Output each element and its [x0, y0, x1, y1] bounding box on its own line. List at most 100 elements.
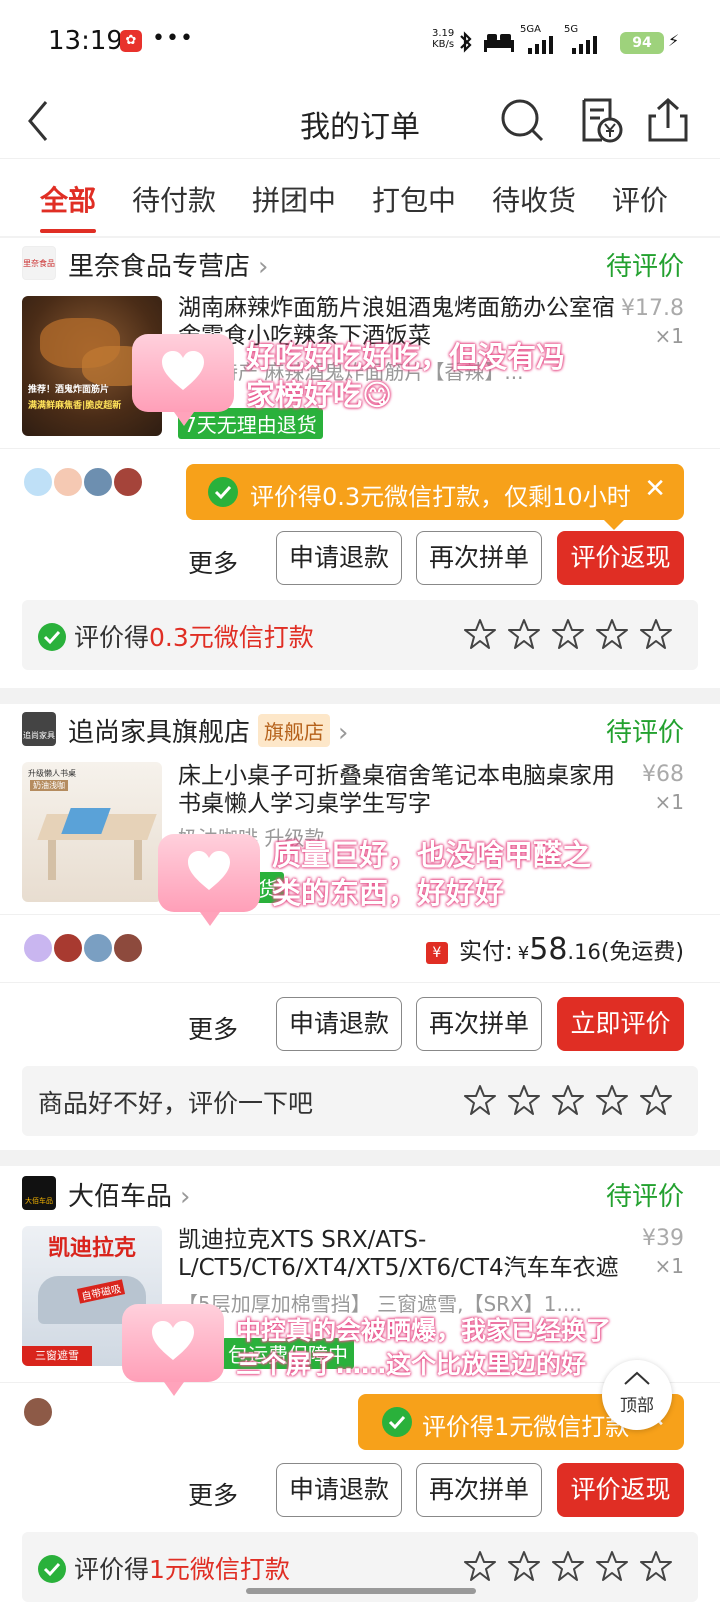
- star-icon[interactable]: [640, 618, 672, 650]
- shop-logo-text: 里奈食品: [23, 259, 55, 268]
- product-title[interactable]: 凯迪拉克XTS SRX/ATS-L/CT5/CT6/XT4/XT5/XT6/CT…: [178, 1226, 622, 1282]
- battery-indicator: 94: [620, 32, 664, 54]
- thumbnail-caption: 奶油浅咖: [30, 780, 68, 791]
- tab-packing[interactable]: 打包中: [372, 179, 456, 219]
- shop-name-text: 追尚家具旗舰店: [68, 718, 251, 748]
- star-icon[interactable]: [596, 1550, 628, 1582]
- chevron-right-icon: ›: [180, 1182, 191, 1212]
- paid-amount: ¥ 实付: ¥58.16(免运费): [425, 932, 684, 967]
- wechat-check-icon: [38, 1555, 66, 1583]
- rating-stars[interactable]: [464, 1084, 672, 1116]
- search-icon[interactable]: [498, 96, 546, 144]
- product-price: ¥39: [642, 1226, 684, 1251]
- product-thumbnail[interactable]: 升级懒人书桌 奶油浅咖: [22, 762, 162, 902]
- danmaku-line: 三个屏了……这个比放里边的好: [236, 1350, 587, 1379]
- avatar: [22, 466, 54, 498]
- shop-name[interactable]: 里奈食品专营店 ›: [68, 246, 268, 283]
- tab-group-buying[interactable]: 拼团中: [252, 179, 336, 219]
- rating-stars[interactable]: [464, 1550, 672, 1582]
- status-bar: 13:19 ✿ ••• 3.19 KB/s 5GA 5G 94 ⚡: [0, 0, 720, 84]
- review-cashback-button[interactable]: 评价返现: [557, 1463, 684, 1517]
- more-button[interactable]: 更多: [188, 1010, 238, 1046]
- heart-icon: [188, 851, 230, 890]
- tip-pointer: [604, 520, 624, 530]
- request-refund-button[interactable]: 申请退款: [276, 997, 402, 1051]
- avatar: [112, 466, 144, 498]
- net-label-1: 5GA: [520, 24, 541, 35]
- wechat-check-icon: [38, 623, 66, 651]
- thumbnail-caption: 满满鲜麻焦香|脆皮超新: [28, 401, 122, 411]
- status-time: 13:19: [48, 26, 123, 56]
- chevron-up-icon: [624, 1371, 650, 1385]
- star-icon[interactable]: [464, 1550, 496, 1582]
- tab-pending-payment[interactable]: 待付款: [132, 179, 216, 219]
- avatar: [82, 466, 114, 498]
- network-speed: 3.19 KB/s: [432, 28, 454, 50]
- star-icon[interactable]: [552, 1550, 584, 1582]
- shop-name-text: 里奈食品专营店: [68, 252, 251, 282]
- home-indicator[interactable]: [246, 1588, 476, 1594]
- close-icon[interactable]: ✕: [644, 474, 666, 504]
- product-quantity: ×1: [654, 324, 684, 348]
- review-prefix: 评价得: [74, 623, 150, 652]
- signal-5g-icon: 5G: [564, 24, 604, 54]
- comment-bubble: [122, 1304, 224, 1396]
- app-notification-icon: ✿: [120, 30, 142, 52]
- avatar: [22, 1396, 54, 1428]
- back-to-top-label: 顶部: [620, 1396, 654, 1416]
- star-icon[interactable]: [640, 1084, 672, 1116]
- tab-all[interactable]: 全部: [40, 179, 96, 219]
- shop-logo[interactable]: 大佰车品: [22, 1176, 56, 1210]
- avatar: [112, 932, 144, 964]
- product-title[interactable]: 床上小桌子可折叠桌宿舍笔记本电脑桌家用书桌懒人学习桌学生写字: [178, 762, 622, 818]
- star-icon[interactable]: [464, 1084, 496, 1116]
- reorder-button[interactable]: 再次拼单: [416, 1463, 542, 1517]
- star-icon[interactable]: [508, 1084, 540, 1116]
- tab-to-receive[interactable]: 待收货: [492, 179, 576, 219]
- review-cashback-button[interactable]: 评价返现: [557, 531, 684, 585]
- review-prompt[interactable]: 评价得0.3元微信打款: [22, 600, 698, 670]
- review-prompt-text: 评价得0.3元微信打款: [38, 618, 314, 654]
- star-icon[interactable]: [596, 1084, 628, 1116]
- star-icon[interactable]: [552, 618, 584, 650]
- star-icon[interactable]: [640, 1550, 672, 1582]
- shop-logo[interactable]: 追尚家具: [22, 712, 56, 746]
- more-button[interactable]: 更多: [188, 544, 238, 580]
- tab-review[interactable]: 评价: [612, 179, 668, 219]
- nav-bar: 我的订单: [0, 84, 720, 158]
- review-now-button[interactable]: 立即评价: [557, 997, 684, 1051]
- review-prompt[interactable]: 商品好不好，评价一下吧: [22, 1066, 698, 1136]
- avatar: [52, 466, 84, 498]
- shop-name[interactable]: 追尚家具旗舰店 旗舰店 ›: [68, 712, 348, 749]
- star-icon[interactable]: [596, 618, 628, 650]
- payment-icon: ¥: [425, 942, 448, 964]
- invoice-icon[interactable]: [576, 96, 624, 144]
- back-to-top-button[interactable]: 顶部: [602, 1360, 672, 1430]
- star-icon[interactable]: [508, 618, 540, 650]
- star-icon[interactable]: [464, 618, 496, 650]
- request-refund-button[interactable]: 申请退款: [276, 531, 402, 585]
- product-price: ¥68: [642, 762, 684, 787]
- star-icon[interactable]: [508, 1550, 540, 1582]
- shop-name[interactable]: 大佰车品 ›: [68, 1176, 190, 1213]
- thumbnail-caption: 三窗遮雪: [22, 1346, 92, 1366]
- reorder-button[interactable]: 再次拼单: [416, 997, 542, 1051]
- order-status: 待评价: [605, 1182, 684, 1212]
- cashback-tip[interactable]: 评价得0.3元微信打款，仅剩10小时 ✕: [186, 464, 684, 530]
- reorder-button[interactable]: 再次拼单: [416, 531, 542, 585]
- rating-stars[interactable]: [464, 618, 672, 650]
- divider: [0, 688, 720, 704]
- divider: [0, 1150, 720, 1166]
- star-icon[interactable]: [552, 1084, 584, 1116]
- paid-label: 实付:: [458, 939, 513, 965]
- active-tab-indicator: [40, 229, 96, 233]
- shop-name-text: 大佰车品: [68, 1182, 173, 1212]
- share-icon[interactable]: [644, 96, 692, 144]
- request-refund-button[interactable]: 申请退款: [276, 1463, 402, 1517]
- more-button[interactable]: 更多: [188, 1476, 238, 1512]
- bluetooth-icon: [460, 31, 472, 53]
- danmaku-line: 中控真的会被晒爆，我家已经换了: [236, 1316, 612, 1345]
- order-status: 待评价: [605, 718, 684, 748]
- heart-icon: [162, 351, 204, 390]
- shop-logo[interactable]: 里奈食品: [22, 246, 56, 280]
